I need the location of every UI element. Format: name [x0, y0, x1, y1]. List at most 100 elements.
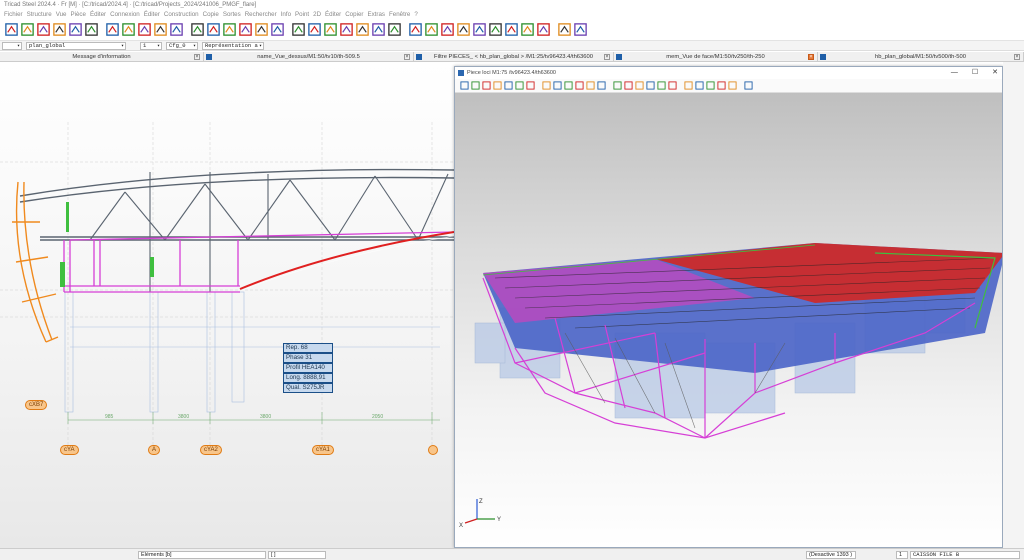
eye-off-icon[interactable]	[716, 80, 726, 91]
config-select[interactable]: Cfg_0 ▾	[166, 42, 198, 50]
menu-item-16[interactable]: Extras	[365, 10, 387, 19]
copy-icon[interactable]	[270, 21, 285, 39]
axis-label-end[interactable]	[428, 445, 438, 455]
node-icon[interactable]	[190, 21, 205, 39]
filter-add-icon[interactable]	[623, 80, 633, 91]
scale-select[interactable]: 1 ▾	[140, 42, 162, 50]
delete-piece-icon[interactable]	[355, 21, 370, 39]
save-all-icon[interactable]	[68, 21, 83, 39]
zoom-out-icon[interactable]	[596, 80, 606, 91]
bracket-icon[interactable]	[291, 21, 306, 39]
tab-filter-pieces[interactable]: Filtre PIECES_ < hb_plan_global > /M1:25…	[414, 52, 614, 62]
maximize-button[interactable]: ☐	[972, 67, 978, 79]
menu-item-0[interactable]: Fichier	[2, 10, 25, 19]
view-back-icon[interactable]	[481, 80, 491, 91]
arrow-up-icon[interactable]	[563, 80, 573, 91]
menu-item-3[interactable]: Pièce	[68, 10, 87, 19]
new-file-icon[interactable]	[4, 21, 19, 39]
rotate-icon[interactable]	[137, 21, 152, 39]
layer-icon[interactable]	[504, 21, 519, 39]
globe-icon[interactable]	[667, 80, 677, 91]
gear-doc-icon[interactable]	[488, 21, 503, 39]
axis-label-cya[interactable]: cYA	[60, 445, 79, 455]
filter-select[interactable]: ▾	[2, 42, 22, 50]
stairs-icon[interactable]	[169, 21, 184, 39]
box-outline-icon[interactable]	[694, 80, 704, 91]
2d-drawing-canvas[interactable]: 985 3800 3800 2050 Rep. 68 Phase 31 Prof…	[0, 62, 454, 548]
box-icon[interactable]	[683, 80, 693, 91]
menu-item-17[interactable]: Fenêtre	[387, 10, 412, 19]
plan-icon[interactable]	[520, 21, 535, 39]
menu-item-7[interactable]: Construction	[162, 10, 201, 19]
align-icon[interactable]	[339, 21, 354, 39]
menu-item-4[interactable]: Éditer	[88, 10, 108, 19]
menu-item-1[interactable]: Structure	[25, 10, 54, 19]
arrow-left-icon[interactable]	[541, 80, 551, 91]
list-icon[interactable]	[408, 21, 423, 39]
tab-front-view[interactable]: mem_Vue de face/M1:50/tv250/th-250 ×	[614, 52, 818, 62]
menu-item-11[interactable]: Info	[279, 10, 293, 19]
globe-icon[interactable]	[573, 21, 588, 39]
arrow-right-icon[interactable]	[552, 80, 562, 91]
view-left-icon[interactable]	[492, 80, 502, 91]
tag-icon[interactable]	[371, 21, 386, 39]
select-icon[interactable]	[645, 80, 655, 91]
move-icon[interactable]	[254, 21, 269, 39]
menu-item-18[interactable]: ?	[412, 10, 419, 19]
tab-message[interactable]: Message d'information ×	[0, 52, 204, 62]
menu-item-6[interactable]: Éditer	[142, 10, 162, 19]
weld-icon[interactable]	[206, 21, 221, 39]
arrow-down-icon[interactable]	[574, 80, 584, 91]
print-icon[interactable]	[84, 21, 99, 39]
axis-label-cya2[interactable]: cYA2	[200, 445, 222, 455]
menu-item-14[interactable]: Éditer	[323, 10, 343, 19]
close-button[interactable]: ✕	[992, 67, 998, 79]
minimize-button[interactable]: —	[951, 67, 958, 79]
view-right-icon[interactable]	[503, 80, 513, 91]
axis-label-a[interactable]: A	[148, 445, 161, 455]
print-icon[interactable]	[459, 80, 469, 91]
save-icon[interactable]	[52, 21, 67, 39]
menu-item-15[interactable]: Copier	[343, 10, 365, 19]
document-icon[interactable]	[440, 21, 455, 39]
view-bottom-icon[interactable]	[525, 80, 535, 91]
menu-item-9[interactable]: Sortes	[221, 10, 243, 19]
tab-plan-global[interactable]: hb_plan_global/M1:50/tv500/th-500 ×	[818, 52, 1024, 62]
eye-icon[interactable]	[705, 80, 715, 91]
menu-item-13[interactable]: 2D	[311, 10, 323, 19]
zoom-in-icon[interactable]	[585, 80, 595, 91]
cut-icon[interactable]	[323, 21, 338, 39]
open-recent-icon[interactable]	[36, 21, 51, 39]
menu-item-5[interactable]: Connexion	[108, 10, 142, 19]
eye-open-icon[interactable]	[727, 80, 737, 91]
undo-icon[interactable]	[105, 21, 120, 39]
connect-icon[interactable]	[222, 21, 237, 39]
view-top-icon[interactable]	[514, 80, 524, 91]
axis-label-cxb7[interactable]: cXB7	[25, 400, 48, 410]
check-icon[interactable]	[387, 21, 402, 39]
menu-item-12[interactable]: Point	[293, 10, 311, 19]
menu-item-10[interactable]: Rechercher	[243, 10, 279, 19]
filter-icon[interactable]	[612, 80, 622, 91]
flag-icon[interactable]	[557, 21, 572, 39]
3d-model-canvas[interactable]: Z Y X	[455, 93, 1002, 547]
elements-field[interactable]: Eléments [b]	[138, 551, 266, 559]
representation-select[interactable]: Représentation a ▾	[202, 42, 264, 50]
menu-item-8[interactable]: Copie	[201, 10, 221, 19]
settings-icon[interactable]	[743, 80, 753, 91]
layer-field[interactable]: CAISSON FILE B	[910, 551, 1020, 559]
refresh-icon[interactable]	[121, 21, 136, 39]
arc-icon[interactable]	[238, 21, 253, 39]
axis-label-cya1[interactable]: cYA1	[312, 445, 334, 455]
menu-item-2[interactable]: Vue	[54, 10, 69, 19]
export-icon[interactable]	[424, 21, 439, 39]
open-folder-icon[interactable]	[20, 21, 35, 39]
nc-icon[interactable]	[456, 21, 471, 39]
drawing-icon[interactable]	[472, 21, 487, 39]
bend-icon[interactable]	[153, 21, 168, 39]
view-front-icon[interactable]	[470, 80, 480, 91]
tab-top-view[interactable]: name_Vue_dessus/M1:50/tv10/th-509.5 ×	[204, 52, 414, 62]
grid-icon[interactable]	[307, 21, 322, 39]
report-icon[interactable]	[536, 21, 551, 39]
filter-remove-icon[interactable]	[634, 80, 644, 91]
